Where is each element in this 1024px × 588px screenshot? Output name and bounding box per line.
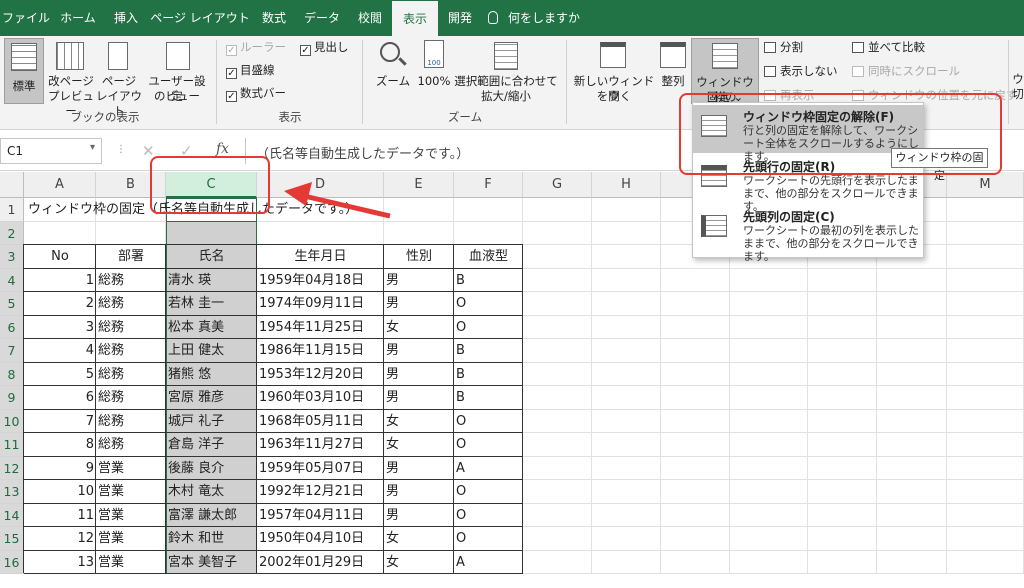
annotation-arrow-layer [284, 182, 391, 219]
annotation-arrow-line [303, 193, 391, 219]
annotation-arrow-head [284, 182, 312, 206]
